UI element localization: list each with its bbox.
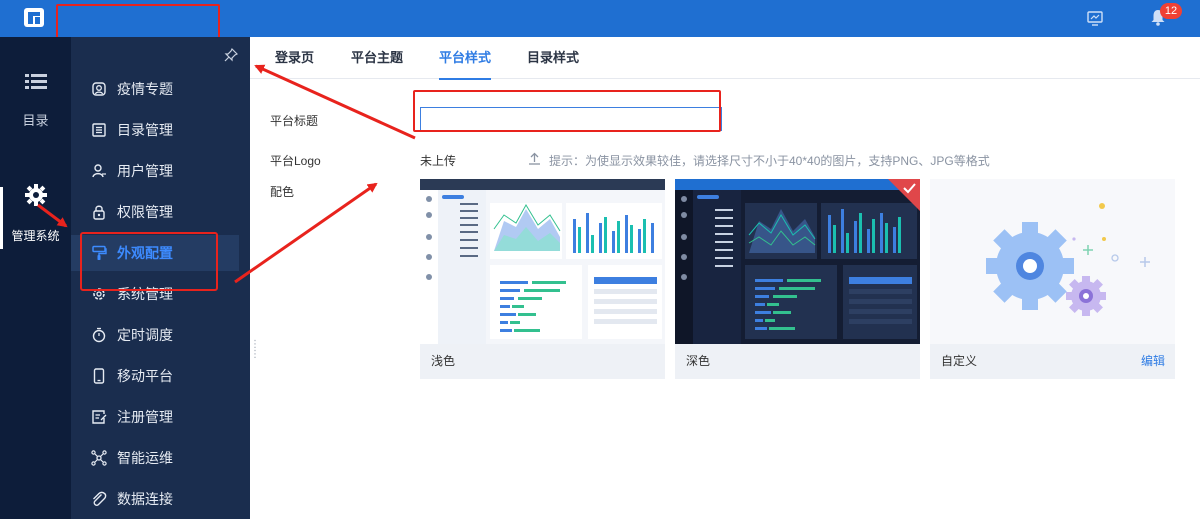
tab-platform-theme[interactable]: 平台主题	[351, 37, 403, 79]
highlight-box-input	[413, 90, 721, 132]
menu-item-label: 定时调度	[117, 327, 173, 343]
network-icon	[91, 450, 107, 466]
upload-hint: 提示：为使显示效果较佳，请选择尺寸不小于40*40的图片，支持PNG、JPG等格…	[549, 154, 990, 168]
theme-card-caption: 自定义 编辑	[930, 344, 1175, 379]
monitor-icon[interactable]	[1087, 10, 1103, 26]
light-theme-preview-icon	[420, 179, 665, 344]
theme-name: 浅色	[431, 354, 456, 368]
menu-item-user-mgmt[interactable]: 用户管理	[71, 153, 239, 189]
dark-theme-preview-icon	[675, 179, 920, 344]
edit-theme-link[interactable]: 编辑	[1141, 344, 1165, 379]
register-icon	[92, 410, 107, 424]
list-icon	[24, 74, 47, 89]
timer-icon	[92, 327, 106, 343]
highlight-box-menu	[80, 232, 218, 291]
catalog-icon	[92, 123, 106, 137]
upload-icon[interactable]	[528, 152, 541, 165]
rail-item-label: 管理系统	[11, 229, 60, 243]
menu-item-mobile[interactable]: 移动平台	[71, 358, 239, 394]
menu-item-catalog-mgmt[interactable]: 目录管理	[71, 112, 239, 148]
tab-login-page[interactable]: 登录页	[275, 37, 314, 79]
lock-icon	[93, 205, 105, 220]
theme-name: 自定义	[941, 354, 978, 368]
theme-card-caption: 深色	[675, 344, 920, 379]
theme-card-light[interactable]: 浅色	[420, 179, 665, 379]
gear-icon	[24, 184, 47, 206]
custom-gear-illustration-icon	[930, 179, 1175, 344]
notification-badge: 12	[1160, 3, 1182, 19]
menu-item-label: 移动平台	[117, 368, 173, 384]
menu-item-epidemic[interactable]: 疫情专题	[71, 71, 239, 107]
left-rail: 目录 管理系统	[0, 37, 71, 519]
menu-item-label: 疫情专题	[117, 81, 173, 97]
logo-icon[interactable]	[24, 8, 44, 27]
menu-item-label: 智能运维	[117, 450, 173, 466]
color-scheme-label: 配色	[270, 185, 295, 199]
panel-resize-handle[interactable]: ⋮ ⋮	[250, 340, 260, 360]
tab-platform-style[interactable]: 平台样式	[439, 37, 492, 80]
theme-card-caption: 浅色	[420, 344, 665, 379]
link-icon	[93, 491, 107, 506]
theme-card-dark[interactable]: 深色	[675, 179, 920, 379]
rail-item-management[interactable]: 管理系统	[0, 184, 71, 244]
menu-item-permission-mgmt[interactable]: 权限管理	[71, 194, 239, 230]
rail-item-label: 目录	[22, 113, 49, 128]
upload-status: 未上传	[420, 154, 457, 168]
pin-icon[interactable]	[224, 48, 238, 62]
tab-bar: 登录页 平台主题 平台样式 目录样式	[250, 37, 1200, 80]
theme-name: 深色	[686, 354, 711, 368]
platform-title-label: 平台标题	[270, 114, 319, 128]
menu-item-register[interactable]: 注册管理	[71, 399, 239, 435]
theme-card-custom[interactable]: 自定义 编辑	[930, 179, 1175, 379]
menu-item-label: 注册管理	[117, 409, 173, 425]
menu-item-ops[interactable]: 智能运维	[71, 440, 239, 476]
platform-logo-label: 平台Logo	[270, 154, 321, 168]
menu-item-label: 数据连接	[117, 491, 173, 507]
menu-item-label: 目录管理	[117, 122, 173, 138]
tab-catalog-style[interactable]: 目录样式	[527, 37, 579, 79]
menu-item-label: 用户管理	[117, 163, 173, 179]
mobile-icon	[93, 368, 105, 384]
menu-item-data-connection[interactable]: 数据连接	[71, 481, 239, 517]
face-icon	[92, 82, 106, 96]
rail-item-catalog[interactable]: 目录	[0, 73, 71, 129]
user-icon	[92, 164, 106, 178]
menu-item-label: 权限管理	[117, 204, 173, 220]
menu-item-schedule[interactable]: 定时调度	[71, 317, 239, 353]
